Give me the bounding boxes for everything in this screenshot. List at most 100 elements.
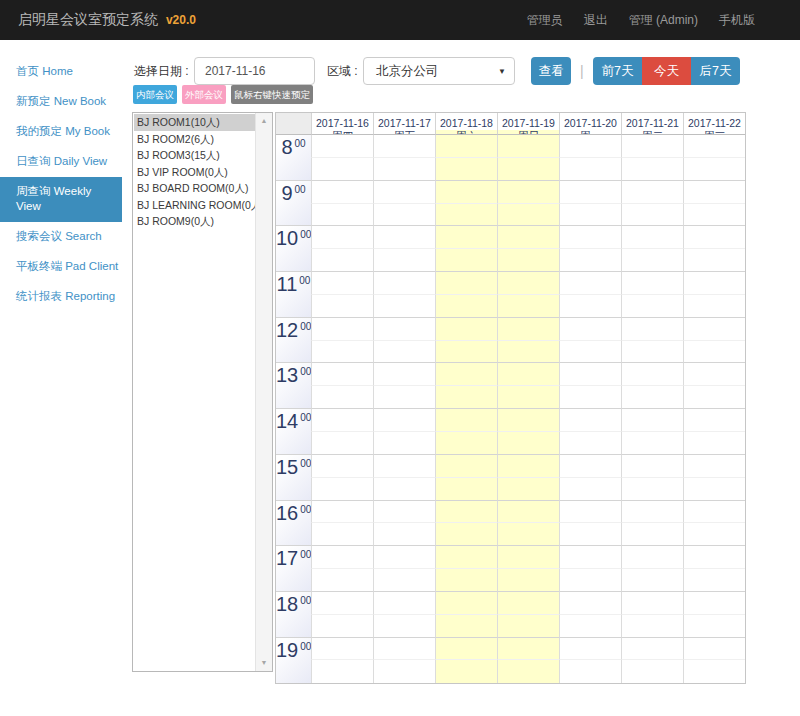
calendar-slot[interactable] xyxy=(497,181,559,204)
calendar-slot[interactable] xyxy=(621,181,683,204)
calendar-slot[interactable] xyxy=(559,523,621,546)
calendar-slot[interactable] xyxy=(373,272,435,295)
calendar-slot[interactable] xyxy=(435,455,497,478)
sidebar-item[interactable]: 日查询 Daily View xyxy=(0,147,122,177)
calendar-slot[interactable] xyxy=(683,455,745,478)
calendar-slot[interactable] xyxy=(373,569,435,592)
calendar-slot[interactable] xyxy=(559,226,621,249)
calendar-slot[interactable] xyxy=(621,546,683,569)
sidebar-item[interactable]: 周查询 Weekly View xyxy=(0,177,122,222)
calendar-slot[interactable] xyxy=(373,135,435,158)
prev-7-days-button[interactable]: 前7天 xyxy=(593,57,642,85)
calendar-slot[interactable] xyxy=(373,341,435,364)
calendar-slot[interactable] xyxy=(311,158,373,181)
calendar-slot[interactable] xyxy=(559,478,621,501)
calendar-slot[interactable] xyxy=(311,226,373,249)
calendar-slot[interactable] xyxy=(373,363,435,386)
calendar-slot[interactable] xyxy=(621,432,683,455)
calendar-slot[interactable] xyxy=(373,638,435,661)
calendar-slot[interactable] xyxy=(373,455,435,478)
calendar-slot[interactable] xyxy=(311,204,373,227)
room-list-scrollbar[interactable]: ▲ ▼ xyxy=(255,113,272,671)
next-7-days-button[interactable]: 后7天 xyxy=(691,57,740,85)
calendar-slot[interactable] xyxy=(497,455,559,478)
sidebar-item[interactable]: 首页 Home xyxy=(0,57,122,87)
calendar-slot[interactable] xyxy=(497,638,559,661)
calendar-slot[interactable] xyxy=(497,432,559,455)
calendar-slot[interactable] xyxy=(435,318,497,341)
calendar-slot[interactable] xyxy=(311,432,373,455)
calendar-slot[interactable] xyxy=(497,409,559,432)
calendar-slot[interactable] xyxy=(621,478,683,501)
calendar-slot[interactable] xyxy=(621,615,683,638)
topbar-menu-item[interactable]: 退出 xyxy=(584,12,608,29)
room-list-item[interactable]: BJ ROOM2(6人) xyxy=(134,131,255,148)
calendar-slot[interactable] xyxy=(497,592,559,615)
calendar-slot[interactable] xyxy=(435,135,497,158)
calendar-slot[interactable] xyxy=(621,226,683,249)
calendar-slot[interactable] xyxy=(497,615,559,638)
calendar-slot[interactable] xyxy=(311,318,373,341)
calendar-slot[interactable] xyxy=(559,295,621,318)
calendar-slot[interactable] xyxy=(621,592,683,615)
calendar-slot[interactable] xyxy=(621,455,683,478)
calendar-slot[interactable] xyxy=(683,318,745,341)
calendar-slot[interactable] xyxy=(683,432,745,455)
calendar-slot[interactable] xyxy=(435,523,497,546)
calendar-slot[interactable] xyxy=(311,501,373,524)
calendar-slot[interactable] xyxy=(373,592,435,615)
calendar-slot[interactable] xyxy=(435,226,497,249)
sidebar-item[interactable]: 平板终端 Pad Client xyxy=(0,252,122,282)
calendar-slot[interactable] xyxy=(559,501,621,524)
scroll-up-icon[interactable]: ▲ xyxy=(256,113,272,129)
calendar-slot[interactable] xyxy=(683,181,745,204)
calendar-slot[interactable] xyxy=(559,204,621,227)
scroll-down-icon[interactable]: ▼ xyxy=(256,655,272,671)
calendar-slot[interactable] xyxy=(497,386,559,409)
topbar-menu-item[interactable]: 手机版 xyxy=(719,12,755,29)
calendar-slot[interactable] xyxy=(497,546,559,569)
calendar-slot[interactable] xyxy=(373,249,435,272)
calendar-slot[interactable] xyxy=(311,181,373,204)
calendar-slot[interactable] xyxy=(559,409,621,432)
calendar-slot[interactable] xyxy=(373,386,435,409)
calendar-slot[interactable] xyxy=(559,135,621,158)
calendar-slot[interactable] xyxy=(621,386,683,409)
calendar-slot[interactable] xyxy=(621,409,683,432)
calendar-slot[interactable] xyxy=(683,204,745,227)
calendar-slot[interactable] xyxy=(497,158,559,181)
calendar-slot[interactable] xyxy=(435,432,497,455)
calendar-slot[interactable] xyxy=(621,249,683,272)
calendar-slot[interactable] xyxy=(311,638,373,661)
calendar-slot[interactable] xyxy=(311,386,373,409)
date-input[interactable] xyxy=(194,57,315,85)
room-list-item[interactable]: BJ BOARD ROOM(0人) xyxy=(134,180,255,197)
calendar-slot[interactable] xyxy=(559,455,621,478)
calendar-slot[interactable] xyxy=(559,181,621,204)
calendar-slot[interactable] xyxy=(373,615,435,638)
calendar-slot[interactable] xyxy=(559,363,621,386)
calendar-slot[interactable] xyxy=(311,569,373,592)
calendar-slot[interactable] xyxy=(435,158,497,181)
calendar-slot[interactable] xyxy=(559,386,621,409)
calendar-slot[interactable] xyxy=(435,569,497,592)
calendar-slot[interactable] xyxy=(373,432,435,455)
calendar-slot[interactable] xyxy=(311,615,373,638)
topbar-menu-item[interactable]: 管理员 xyxy=(527,12,563,29)
calendar-slot[interactable] xyxy=(683,523,745,546)
calendar-slot[interactable] xyxy=(435,249,497,272)
calendar-slot[interactable] xyxy=(621,363,683,386)
calendar-slot[interactable] xyxy=(373,295,435,318)
calendar-slot[interactable] xyxy=(311,546,373,569)
calendar-slot[interactable] xyxy=(559,569,621,592)
room-list-item[interactable]: BJ ROOM1(10人) xyxy=(134,114,255,131)
calendar-slot[interactable] xyxy=(683,386,745,409)
calendar-slot[interactable] xyxy=(683,409,745,432)
calendar-slot[interactable] xyxy=(373,660,435,683)
calendar-slot[interactable] xyxy=(621,523,683,546)
calendar-slot[interactable] xyxy=(559,272,621,295)
calendar-slot[interactable] xyxy=(683,295,745,318)
calendar-slot[interactable] xyxy=(683,135,745,158)
calendar-slot[interactable] xyxy=(497,204,559,227)
calendar-slot[interactable] xyxy=(497,249,559,272)
